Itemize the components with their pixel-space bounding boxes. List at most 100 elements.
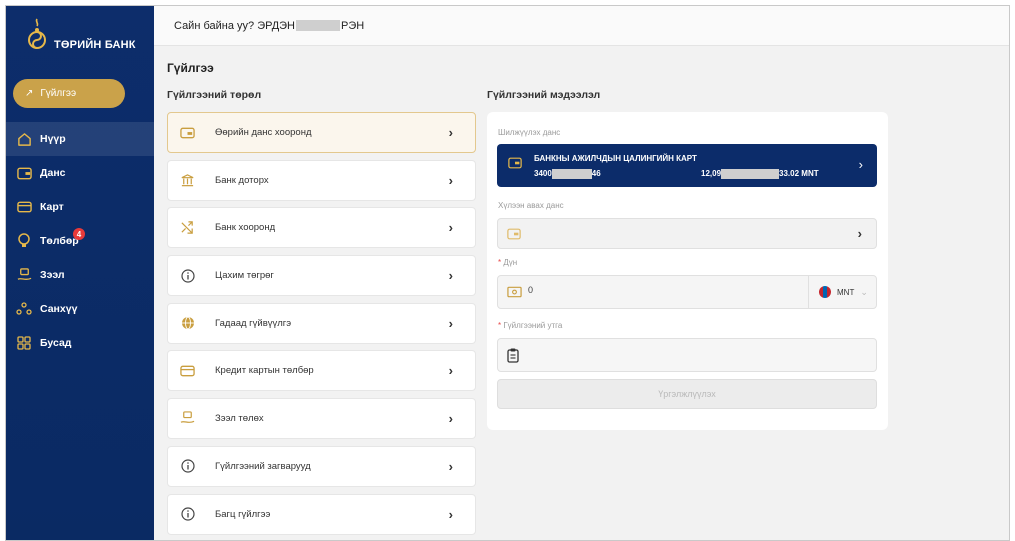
finance-people-icon xyxy=(16,301,32,317)
page-title: Гүйлгээ xyxy=(167,61,214,75)
card-title: БАНКНЫ АЖИЛЧДЫН ЦАЛИНГИЙН КАРТ xyxy=(534,154,697,163)
sidebar-item-other[interactable]: Бусад xyxy=(6,326,154,360)
destination-account-select[interactable]: › xyxy=(497,218,877,249)
currency-select[interactable]: MNT ⌄ xyxy=(808,276,876,308)
chevron-right-icon: › xyxy=(448,458,453,474)
bulb-icon xyxy=(16,233,32,249)
card-account-number: 3400 46 xyxy=(534,169,601,179)
info-icon xyxy=(180,459,195,474)
wallet-icon xyxy=(16,165,32,181)
notification-badge: 4 xyxy=(73,228,85,240)
sidebar-item-label: Санхүү xyxy=(40,303,78,315)
card-icon xyxy=(508,157,522,169)
type-own-accounts[interactable]: Өөрийн данс хооронд › xyxy=(167,112,476,153)
chevron-down-icon: ⌄ xyxy=(860,286,868,297)
arrow-up-right-icon: ↗ xyxy=(25,88,34,99)
transaction-types-title: Гүйлгээний төрөл xyxy=(167,89,262,101)
sidebar-item-finance[interactable]: Санхүү xyxy=(6,292,154,326)
sidebar-item-accounts[interactable]: Данс xyxy=(6,156,154,190)
card-balance: 12,09 33.02 MNT xyxy=(701,169,819,179)
type-label: Банк доторх xyxy=(215,174,269,186)
card-balance-prefix: 12,09 xyxy=(701,169,722,179)
transfer-button[interactable]: ↗ Гүйлгээ xyxy=(13,79,125,108)
soyombo-logo-icon xyxy=(28,18,46,49)
sidebar-item-home[interactable]: Нүүр xyxy=(6,122,154,156)
sidebar-item-label: Зээл xyxy=(40,269,65,281)
bank-name: ТӨРИЙН БАНК xyxy=(54,39,136,51)
type-label: Гүйлгээний загварууд xyxy=(215,460,311,472)
type-loan-payment[interactable]: Зээл төлөх › xyxy=(167,398,476,440)
sidebar-item-loans[interactable]: Зээл xyxy=(6,258,154,292)
purpose-label: * Гүйлгээний утга xyxy=(498,321,563,330)
type-credit-card-payment[interactable]: Кредит картын төлбөр › xyxy=(167,350,476,392)
chevron-right-icon: › xyxy=(448,363,453,379)
sidebar: ТӨРИЙН БАНК ↗ Гүйлгээ Нүүр Данс Карт Төл… xyxy=(6,6,154,540)
type-batch-transfer[interactable]: Багц гүйлгээ › xyxy=(167,493,476,535)
greeting-text: Сайн байна уу? ЭРДЭН РЭН xyxy=(174,20,364,32)
transfer-arrows-icon xyxy=(180,220,195,235)
chevron-right-icon: › xyxy=(448,268,453,284)
transfer-form-panel: Шилжүүлэх данс БАНКНЫ АЖИЛЧДЫН ЦАЛИНГИЙН… xyxy=(487,112,888,430)
transfer-button-label: Гүйлгээ xyxy=(40,88,77,99)
money-icon xyxy=(507,286,522,298)
chevron-right-icon: › xyxy=(448,220,453,236)
type-foreign-transfer[interactable]: Гадаад гүйвүүлгэ › xyxy=(167,302,476,344)
purpose-input[interactable] xyxy=(497,338,877,372)
top-header: Сайн байна уу? ЭРДЭН РЭН xyxy=(154,6,1009,46)
card-icon xyxy=(16,199,32,215)
amount-label: * Дүн xyxy=(498,258,518,267)
chevron-right-icon: › xyxy=(448,125,453,140)
mongolia-flag-icon xyxy=(819,286,831,298)
type-between-banks[interactable]: Банк хооронд › xyxy=(167,207,476,249)
loan-hand-icon xyxy=(16,267,32,283)
chevron-right-icon: › xyxy=(448,315,453,331)
type-label: Зээл төлөх xyxy=(215,413,264,425)
sidebar-nav: Нүүр Данс Карт Төлбөр 4 Зээл Санхүү Буса… xyxy=(6,122,154,360)
bank-icon xyxy=(180,173,195,188)
grid-icon xyxy=(16,335,32,351)
type-label: Өөрийн данс хооронд xyxy=(215,127,312,138)
chevron-right-icon: › xyxy=(858,157,863,172)
type-digital-tugrik[interactable]: Цахим төгрөг › xyxy=(167,255,476,297)
sidebar-item-label: Данс xyxy=(40,167,66,179)
loan-hand-icon xyxy=(180,411,195,426)
redacted-balance-mask xyxy=(721,169,780,179)
amount-value: 0 xyxy=(528,285,534,295)
chevron-right-icon: › xyxy=(448,506,453,522)
card-icon xyxy=(507,228,521,240)
continue-button[interactable]: Үргэлжлүүлэх xyxy=(497,379,877,409)
source-account-card[interactable]: БАНКНЫ АЖИЛЧДЫН ЦАЛИНГИЙН КАРТ 3400 46 12… xyxy=(497,144,877,187)
transaction-type-list: Өөрийн данс хооронд › Банк доторх › Банк… xyxy=(167,112,476,540)
card-account-prefix: 3400 xyxy=(534,169,552,179)
card-icon xyxy=(180,363,195,378)
redacted-account-mask xyxy=(551,169,592,179)
clipboard-icon xyxy=(507,348,519,363)
transaction-info-title: Гүйлгээний мэдээлэл xyxy=(487,89,601,101)
card-account-suffix: 46 xyxy=(591,169,601,179)
sidebar-item-label: Нүүр xyxy=(40,133,66,145)
type-label: Кредит картын төлбөр xyxy=(215,365,314,377)
chevron-right-icon: › xyxy=(448,411,453,427)
type-within-bank[interactable]: Банк доторх › xyxy=(167,159,476,201)
app-window: ТӨРИЙН БАНК ↗ Гүйлгээ Нүүр Данс Карт Төл… xyxy=(5,5,1010,541)
currency-value: MNT xyxy=(837,287,855,297)
chevron-right-icon: › xyxy=(857,226,862,241)
sidebar-item-label: Бусад xyxy=(40,337,72,349)
bank-logo[interactable]: ТӨРИЙН БАНК xyxy=(26,16,146,66)
type-templates[interactable]: Гүйлгээний загварууд › xyxy=(167,445,476,487)
amount-input[interactable]: 0 MNT ⌄ xyxy=(497,275,877,309)
sidebar-item-payments[interactable]: Төлбөр 4 xyxy=(6,224,154,258)
card-balance-suffix: 33.02 MNT xyxy=(779,169,819,179)
globe-icon xyxy=(180,316,195,331)
sidebar-item-cards[interactable]: Карт xyxy=(6,190,154,224)
type-label: Цахим төгрөг xyxy=(215,270,274,282)
redacted-name-mask xyxy=(296,20,340,32)
type-label: Гадаад гүйвүүлгэ xyxy=(215,317,292,329)
chevron-right-icon: › xyxy=(448,172,453,188)
greeting-suffix: РЭН xyxy=(341,19,365,32)
info-icon xyxy=(180,268,195,283)
type-label: Банк хооронд xyxy=(215,222,276,234)
greeting-prefix: Сайн байна уу? ЭРДЭН xyxy=(174,19,295,32)
home-icon xyxy=(16,131,32,147)
info-icon xyxy=(180,507,195,522)
